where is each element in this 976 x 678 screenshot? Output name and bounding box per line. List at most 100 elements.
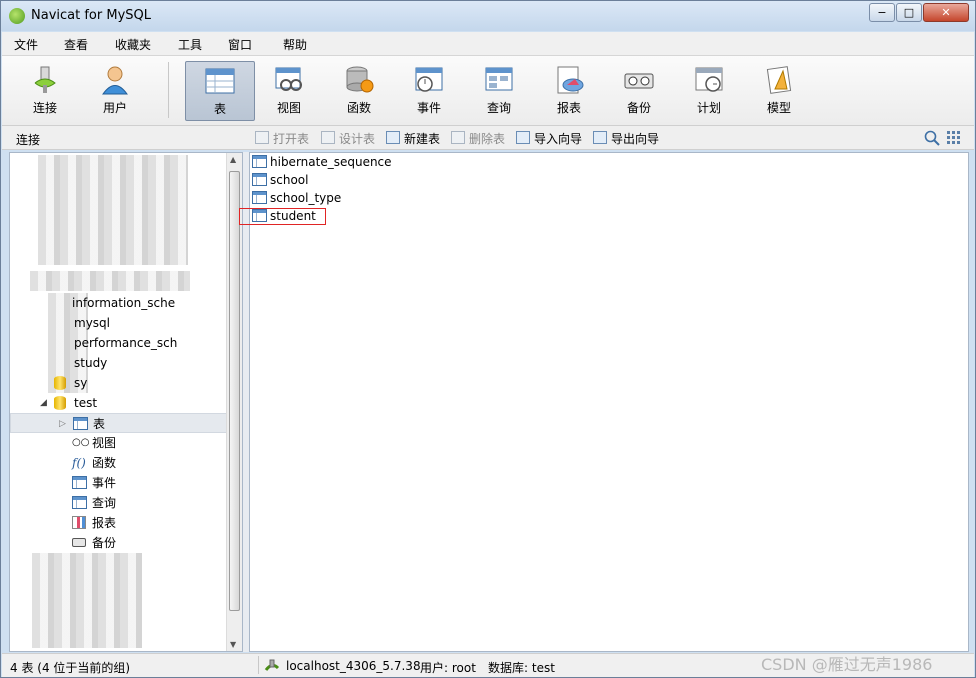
connection-tree[interactable]: information_sche mysql performance_sch s… bbox=[9, 152, 243, 652]
tree-db-item[interactable]: study bbox=[10, 353, 228, 373]
user-button[interactable]: 用户 bbox=[82, 61, 148, 121]
tree-node-label: 查询 bbox=[92, 496, 117, 510]
database-open-icon bbox=[54, 396, 66, 410]
tree-functions-node[interactable]: f() 函数 bbox=[10, 453, 228, 473]
search-icon[interactable] bbox=[924, 130, 940, 146]
schedule-icon bbox=[695, 67, 723, 92]
scroll-up-arrow-icon[interactable]: ▲ bbox=[230, 155, 236, 164]
plug-icon bbox=[34, 66, 56, 93]
connection-section-label: 连接 bbox=[16, 133, 41, 147]
model-icon bbox=[766, 66, 792, 94]
menu-file[interactable]: 文件 bbox=[14, 36, 38, 53]
view-glasses-icon: ○○ bbox=[72, 437, 90, 448]
tree-db-item[interactable]: mysql bbox=[10, 313, 228, 333]
report-button[interactable]: 报表 bbox=[536, 61, 602, 121]
function-button[interactable]: 函数 bbox=[326, 61, 392, 121]
watermark: CSDN @雁过无声1986 bbox=[761, 655, 933, 674]
tree-db-label: information_sche bbox=[72, 296, 176, 310]
delete-table-icon bbox=[451, 131, 465, 144]
event-button[interactable]: 事件 bbox=[396, 61, 462, 121]
tree-db-label: sy bbox=[74, 376, 88, 390]
event-clock-icon bbox=[72, 476, 87, 489]
event-label: 事件 bbox=[416, 101, 441, 115]
tree-db-item[interactable]: sy bbox=[10, 373, 228, 393]
tree-node-label: 事件 bbox=[92, 476, 117, 490]
collapse-arrow-icon[interactable]: ◢ bbox=[40, 393, 47, 413]
design-table-label: 设计表 bbox=[339, 132, 376, 146]
minimize-button[interactable]: − bbox=[869, 3, 895, 22]
obscured-region bbox=[30, 271, 190, 291]
table-icon bbox=[205, 68, 235, 94]
menu-bar: 文件 查看 收藏夹 工具 窗口 帮助 bbox=[2, 32, 974, 56]
tree-db-label: study bbox=[74, 356, 108, 370]
tree-tables-node[interactable]: ▷ 表 bbox=[10, 413, 228, 433]
table-button[interactable]: 表 bbox=[185, 61, 255, 121]
app-window: Navicat for MySQL − □ ✕ 文件 查看 收藏夹 工具 窗口 … bbox=[0, 0, 976, 678]
scrollbar-thumb[interactable] bbox=[229, 171, 240, 611]
import-wizard-icon bbox=[516, 131, 530, 144]
menu-help[interactable]: 帮助 bbox=[283, 36, 307, 53]
export-wizard-button[interactable]: 导出向导 bbox=[593, 130, 659, 146]
status-count: 4 表 (4 位于当前的组) bbox=[10, 661, 131, 675]
tree-reports-node[interactable]: 报表 bbox=[10, 513, 228, 533]
menu-view[interactable]: 查看 bbox=[64, 36, 88, 53]
backup-icon bbox=[624, 73, 654, 89]
status-separator bbox=[258, 656, 259, 674]
design-table-button[interactable]: 设计表 bbox=[321, 130, 375, 146]
scroll-down-arrow-icon[interactable]: ▼ bbox=[230, 640, 236, 649]
open-table-icon bbox=[255, 131, 269, 144]
table-icon bbox=[252, 155, 267, 168]
view-button[interactable]: 视图 bbox=[256, 61, 322, 121]
new-table-icon bbox=[386, 131, 400, 144]
query-grid-icon bbox=[72, 496, 87, 509]
user-label: 用户 bbox=[102, 101, 127, 115]
obscured-region bbox=[38, 155, 188, 265]
connect-button[interactable]: 连接 bbox=[12, 61, 78, 121]
maximize-button[interactable]: □ bbox=[896, 3, 922, 22]
table-name: hibernate_sequence bbox=[270, 155, 392, 169]
tree-db-test[interactable]: ◢ test bbox=[10, 393, 228, 413]
schedule-button[interactable]: 计划 bbox=[676, 61, 742, 121]
object-toolbar: 连接 打开表 设计表 新建表 删除表 导入向导 导出向导 bbox=[2, 126, 974, 150]
status-connection: localhost_4306_5.7.38 bbox=[286, 659, 421, 673]
backup-label: 备份 bbox=[626, 101, 651, 115]
schedule-label: 计划 bbox=[696, 101, 721, 115]
title-bar[interactable]: Navicat for MySQL − □ ✕ bbox=[1, 1, 975, 31]
close-button[interactable]: ✕ bbox=[923, 3, 969, 22]
table-label: 表 bbox=[213, 102, 226, 116]
backup-button[interactable]: 备份 bbox=[606, 61, 672, 121]
import-wizard-button[interactable]: 导入向导 bbox=[516, 130, 582, 146]
tree-queries-node[interactable]: 查询 bbox=[10, 493, 228, 513]
export-wizard-icon bbox=[593, 131, 607, 144]
database-icon bbox=[54, 376, 66, 390]
design-table-icon bbox=[321, 131, 335, 144]
new-table-button[interactable]: 新建表 bbox=[386, 130, 440, 146]
highlight-annotation bbox=[239, 208, 326, 225]
query-icon bbox=[485, 67, 513, 91]
grid-view-icon[interactable] bbox=[946, 130, 962, 146]
menu-tools[interactable]: 工具 bbox=[178, 36, 202, 53]
delete-table-button[interactable]: 删除表 bbox=[451, 130, 505, 146]
report-icon bbox=[557, 66, 584, 94]
menu-window[interactable]: 窗口 bbox=[228, 36, 252, 53]
query-button[interactable]: 查询 bbox=[466, 61, 532, 121]
tree-events-node[interactable]: 事件 bbox=[10, 473, 228, 493]
connect-label: 连接 bbox=[32, 101, 57, 115]
model-button[interactable]: 模型 bbox=[746, 61, 812, 121]
function-label: 函数 bbox=[346, 101, 371, 115]
tree-backups-node[interactable]: 备份 bbox=[10, 533, 228, 553]
object-list[interactable]: hibernate_sequence school school_type st… bbox=[249, 152, 969, 652]
tree-db-item[interactable]: information_sche bbox=[10, 293, 228, 313]
tree-views-node[interactable]: ○○ 视图 bbox=[10, 433, 228, 453]
tree-node-label: 视图 bbox=[92, 436, 117, 450]
expand-arrow-icon[interactable]: ▷ bbox=[59, 414, 66, 434]
view-label: 视图 bbox=[276, 101, 301, 115]
main-toolbar: 连接 用户 表 视图 函数 事件 查询 报表 备份 计划 模型 bbox=[2, 56, 974, 126]
tree-db-item[interactable]: performance_sch bbox=[10, 333, 228, 353]
toolbar-separator bbox=[168, 62, 169, 118]
open-table-button[interactable]: 打开表 bbox=[255, 130, 309, 146]
menu-favorites[interactable]: 收藏夹 bbox=[115, 36, 151, 53]
tree-scrollbar[interactable]: ▲ ▼ bbox=[226, 153, 242, 651]
tree-node-label: 备份 bbox=[92, 536, 117, 550]
backup-tape-icon bbox=[72, 538, 86, 547]
